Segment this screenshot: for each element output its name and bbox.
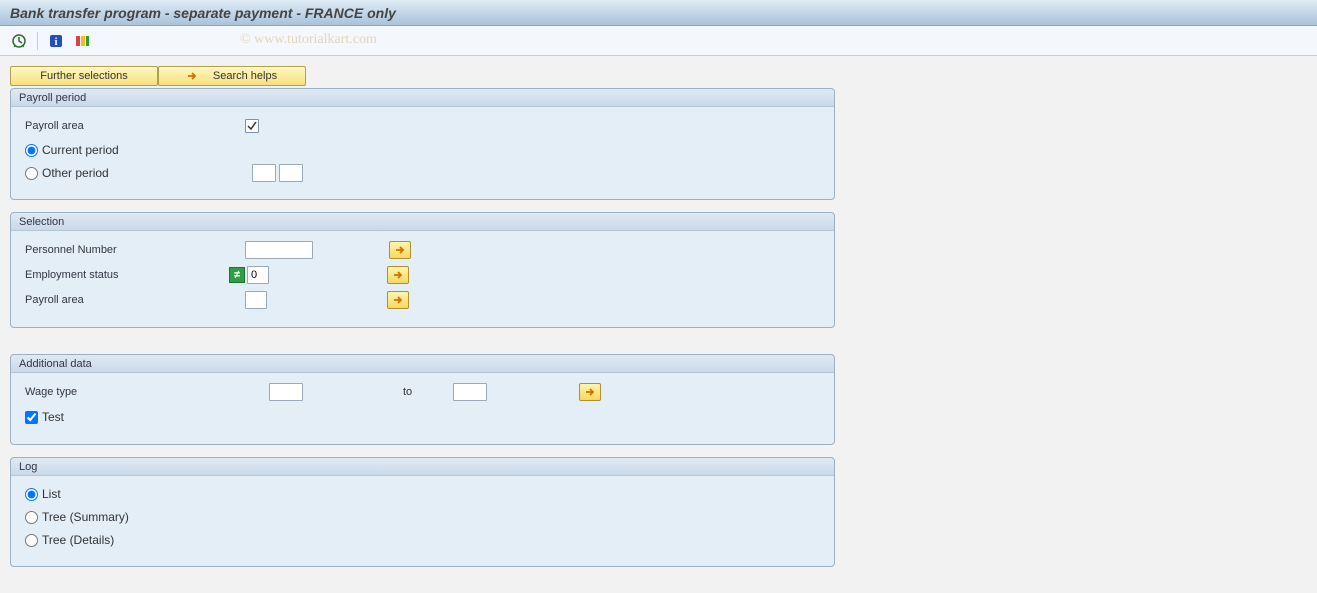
wage-type-from-input[interactable]	[269, 383, 303, 401]
additional-data-title: Additional data	[11, 355, 834, 373]
selection-payroll-area-label: Payroll area	[21, 294, 245, 306]
watermark: © www.tutorialkart.com	[240, 32, 377, 48]
other-period-label: Other period	[42, 166, 248, 180]
further-selections-button[interactable]: Further selections	[10, 66, 158, 86]
content-area: Further selections Search helps Payroll …	[0, 56, 1317, 589]
test-checkbox[interactable]	[25, 411, 38, 424]
wage-type-to-input[interactable]	[453, 383, 487, 401]
additional-data-group: Additional data Wage type to Test	[10, 354, 835, 445]
selection-group: Selection Personnel Number Employment st…	[10, 212, 835, 328]
employment-status-multiselect-button[interactable]	[387, 266, 409, 284]
employment-status-input[interactable]	[247, 266, 269, 284]
toolbar: i © www.tutorialkart.com	[0, 26, 1317, 56]
payroll-period-title: Payroll period	[11, 89, 834, 107]
payroll-area-label: Payroll area	[21, 120, 245, 132]
log-list-radio[interactable]	[25, 488, 38, 501]
toolbar-separator	[37, 32, 38, 50]
payroll-period-group: Payroll period Payroll area Current peri…	[10, 88, 835, 200]
other-period-input-1[interactable]	[252, 164, 276, 182]
wage-type-multiselect-button[interactable]	[579, 383, 601, 401]
personnel-number-label: Personnel Number	[21, 244, 245, 256]
info-icon[interactable]: i	[45, 30, 67, 52]
log-title: Log	[11, 458, 834, 476]
page-title: Bank transfer program - separate payment…	[10, 5, 396, 21]
search-helps-label: Search helps	[213, 70, 277, 82]
selection-payroll-area-input[interactable]	[245, 291, 267, 309]
arrow-right-icon	[187, 71, 197, 81]
wage-type-to-label: to	[403, 386, 453, 398]
log-tree-summary-radio[interactable]	[25, 511, 38, 524]
log-list-label: List	[42, 487, 61, 501]
wage-type-label: Wage type	[21, 386, 269, 398]
search-helps-button[interactable]: Search helps	[158, 66, 306, 86]
other-period-input-2[interactable]	[279, 164, 303, 182]
payroll-area-checkbox[interactable]	[245, 119, 259, 133]
employment-status-label: Employment status	[21, 269, 229, 281]
action-button-row: Further selections Search helps	[10, 66, 1307, 86]
log-group: Log List Tree (Summary) Tree (Details)	[10, 457, 835, 567]
log-tree-details-radio[interactable]	[25, 534, 38, 547]
log-tree-details-label: Tree (Details)	[42, 533, 114, 547]
log-tree-summary-label: Tree (Summary)	[42, 510, 129, 524]
personnel-number-input[interactable]	[245, 241, 313, 259]
status-icon[interactable]	[71, 30, 93, 52]
personnel-number-multiselect-button[interactable]	[389, 241, 411, 259]
selection-title: Selection	[11, 213, 834, 231]
not-equal-icon[interactable]: ≠	[229, 267, 245, 283]
payroll-area-multiselect-button[interactable]	[387, 291, 409, 309]
current-period-label: Current period	[42, 143, 119, 157]
title-bar: Bank transfer program - separate payment…	[0, 0, 1317, 26]
further-selections-label: Further selections	[40, 70, 127, 82]
current-period-radio[interactable]	[25, 144, 38, 157]
other-period-radio[interactable]	[25, 167, 38, 180]
test-label: Test	[42, 410, 64, 424]
svg-text:i: i	[54, 36, 57, 48]
execute-icon[interactable]	[8, 30, 30, 52]
